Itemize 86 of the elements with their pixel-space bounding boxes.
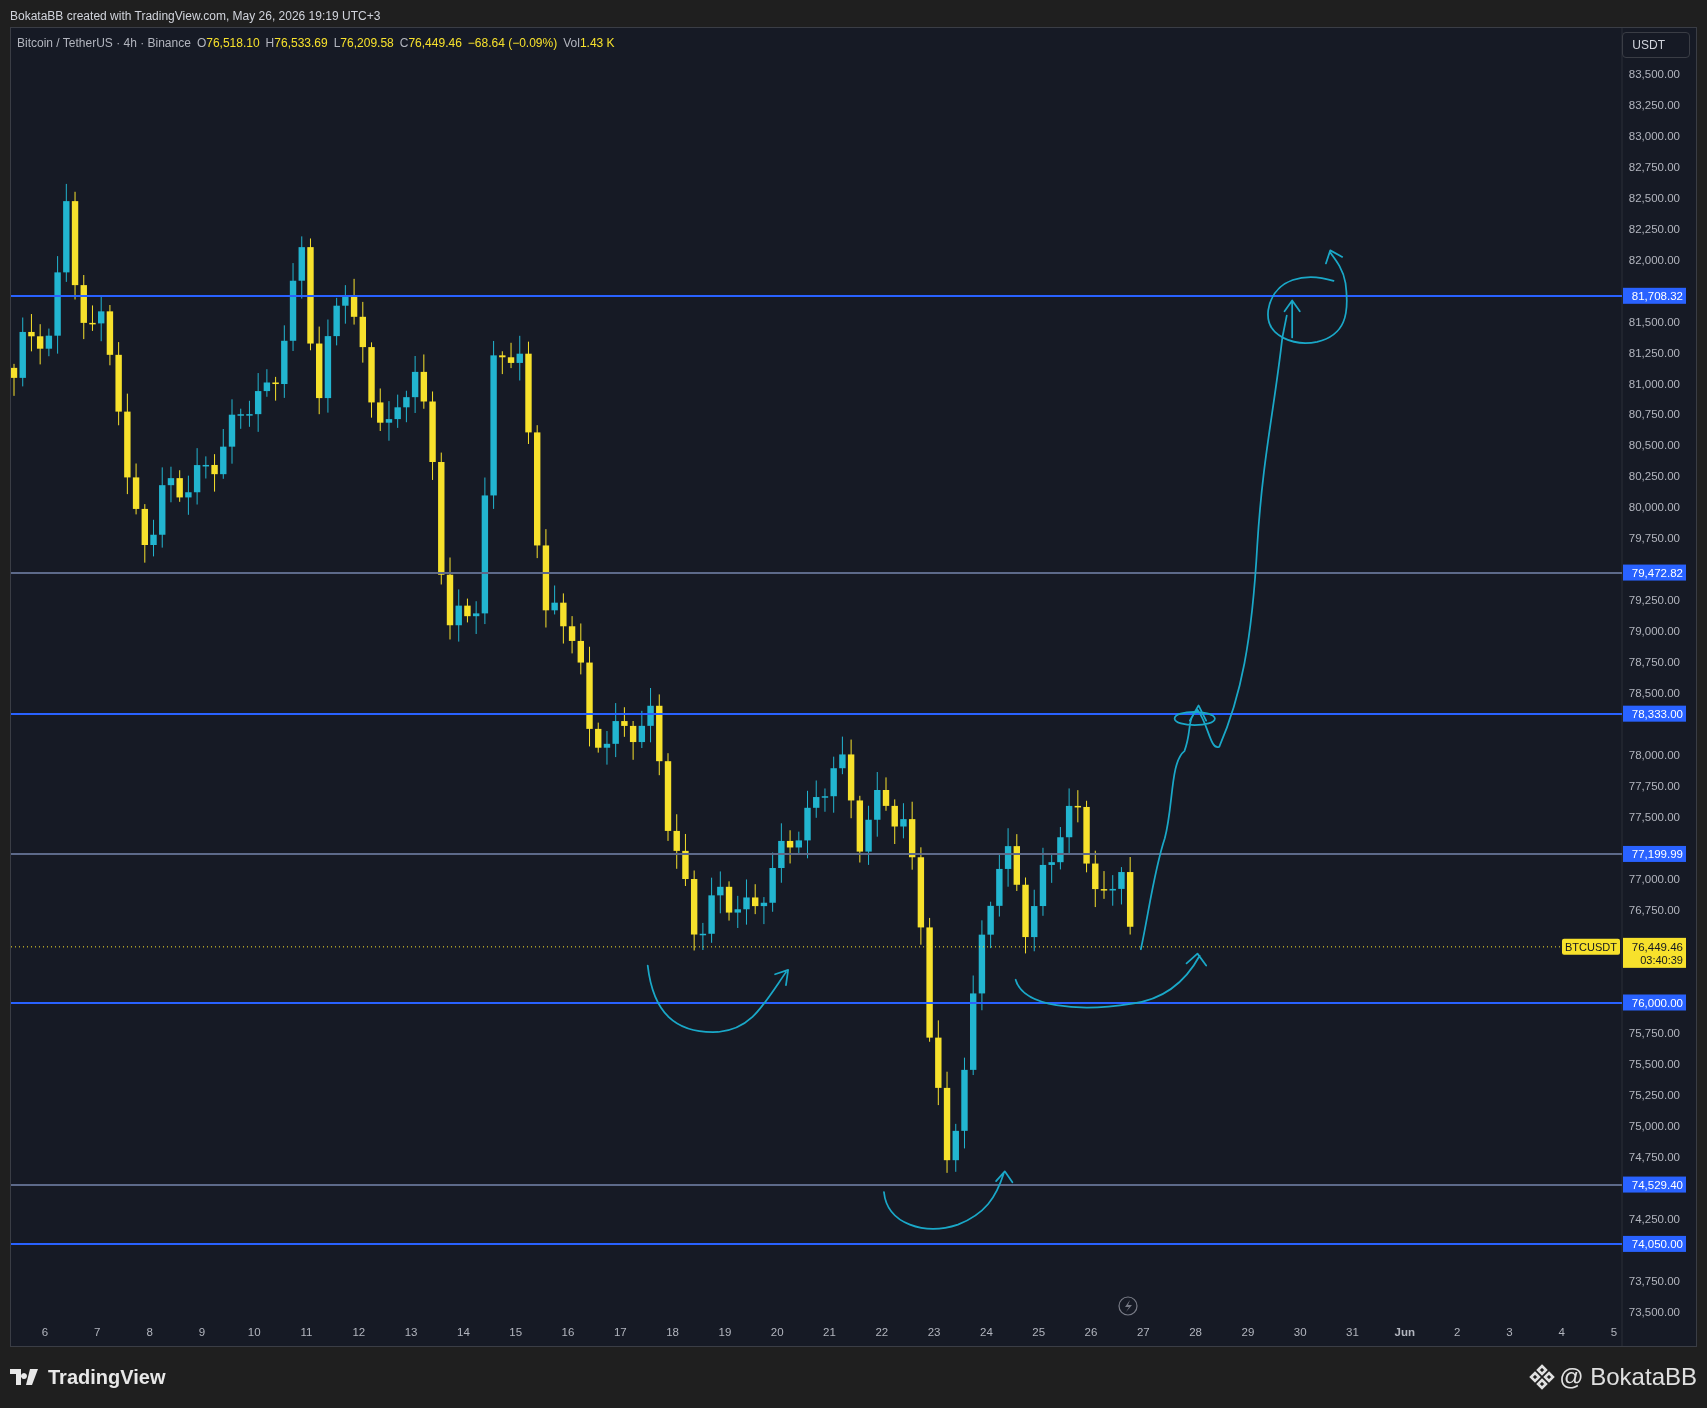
price-level-tag: 74,529.40 — [1623, 1176, 1686, 1193]
price-tick-label: 82,250.00 — [1628, 222, 1680, 235]
last-price-tag: 76,449.46 03:40:39 — [1623, 937, 1686, 968]
date-tick-label: 18 — [666, 1326, 679, 1338]
date-tick-label: 28 — [1189, 1326, 1202, 1338]
price-tick-label: 80,000.00 — [1628, 501, 1680, 514]
price-level-tag: 81,708.32 — [1623, 287, 1686, 304]
date-tick-label: 9 — [198, 1326, 206, 1338]
date-tick-label: 12 — [352, 1326, 366, 1338]
price-tick-label: 75,500.00 — [1628, 1058, 1680, 1071]
ohlc-value: O76,518.10 — [196, 35, 260, 52]
date-tick-label: 11 — [300, 1326, 313, 1338]
date-tick-label: Jun — [1394, 1326, 1416, 1338]
date-tick-label: 19 — [718, 1326, 732, 1338]
date-tick-label: 30 — [1293, 1326, 1307, 1338]
lightning-icon[interactable] — [1118, 1296, 1138, 1316]
price-level-tag: 78,333.00 — [1623, 705, 1686, 722]
date-tick-label: 24 — [980, 1326, 993, 1338]
price-level-tag: 77,199.99 — [1623, 845, 1686, 862]
brand-name: TradingView — [48, 1365, 166, 1390]
symbol-title: Bitcoin / TetherUS · 4h · Binance — [17, 35, 191, 52]
ohlc-value: C76,449.46 — [399, 35, 462, 52]
date-tick-label: 29 — [1241, 1326, 1255, 1338]
date-tick-label: 7 — [94, 1326, 101, 1338]
date-tick-label: 4 — [1558, 1326, 1565, 1338]
price-tick-label: 81,250.00 — [1628, 346, 1680, 359]
date-tick-label: 2 — [1453, 1326, 1461, 1338]
symbol-tag: BTCUSDT — [1562, 938, 1620, 955]
price-tick-label: 82,750.00 — [1628, 160, 1680, 173]
price-level-tag: 76,000.00 — [1623, 994, 1686, 1011]
date-tick-label: 21 — [823, 1326, 836, 1338]
ohlc-value: L76,209.58 — [333, 35, 394, 52]
price-tick-label: 73,750.00 — [1628, 1275, 1680, 1288]
volume-value: Vol1.43 K — [563, 35, 615, 52]
price-tick-label: 79,000.00 — [1628, 625, 1680, 638]
price-tick-label: 77,750.00 — [1628, 779, 1680, 792]
diamond-logo-icon — [1529, 1364, 1556, 1390]
date-tick-label: 20 — [770, 1326, 784, 1338]
price-tick-label: 75,000.00 — [1628, 1120, 1680, 1133]
price-tick-label: 83,000.00 — [1628, 129, 1680, 142]
price-tick-label: 79,750.00 — [1628, 532, 1680, 545]
currency-button[interactable]: USDT — [1622, 32, 1690, 58]
date-tick-label: 5 — [1610, 1326, 1618, 1338]
date-tick-label: 27 — [1136, 1326, 1150, 1338]
price-tick-label: 77,500.00 — [1628, 810, 1680, 823]
price-tick-label: 80,750.00 — [1628, 408, 1680, 421]
price-tick-label: 81,500.00 — [1628, 315, 1680, 328]
date-tick-label: 8 — [146, 1326, 153, 1338]
price-tick-label: 77,000.00 — [1628, 872, 1680, 885]
date-tick-label: 25 — [1032, 1326, 1046, 1338]
date-tick-label: 23 — [927, 1326, 941, 1338]
date-tick-label: 22 — [875, 1326, 889, 1338]
price-tick-label: 74,250.00 — [1628, 1213, 1680, 1226]
date-tick-label: 17 — [613, 1326, 627, 1338]
date-tick-label: 6 — [41, 1326, 49, 1338]
price-tick-label: 78,500.00 — [1628, 687, 1680, 699]
price-change: −68.64 (−0.09%) — [467, 35, 558, 52]
date-tick-label: 14 — [457, 1326, 470, 1338]
date-tick-label: 3 — [1506, 1326, 1513, 1338]
price-tick-label: 80,250.00 — [1628, 470, 1680, 483]
chart-credit: BokataBB created with TradingView.com, May 26, 2026 19:19 UTC+3 — [10, 9, 381, 23]
author-name: @ BokataBB — [1559, 1362, 1697, 1392]
price-tick-label: 82,500.00 — [1628, 191, 1680, 204]
ohlc-value: H76,533.69 — [265, 35, 328, 52]
logo-icon — [10, 1369, 40, 1385]
date-tick-label: 15 — [509, 1326, 523, 1338]
price-tick-label: 78,000.00 — [1628, 748, 1680, 761]
price-tick-label: 74,750.00 — [1628, 1151, 1680, 1164]
price-tick-label: 76,750.00 — [1628, 903, 1680, 916]
price-tick-label: 73,500.00 — [1628, 1306, 1680, 1318]
date-tick-label: 31 — [1346, 1326, 1359, 1338]
price-tick-label: 75,750.00 — [1628, 1027, 1680, 1040]
date-tick-label: 26 — [1084, 1326, 1098, 1338]
price-tick-label: 75,250.00 — [1628, 1089, 1680, 1102]
date-tick-label: 13 — [404, 1326, 418, 1338]
date-tick-label: 16 — [561, 1326, 575, 1338]
price-tick-label: 82,000.00 — [1628, 253, 1680, 266]
price-tick-label: 80,500.00 — [1628, 439, 1680, 452]
price-tick-label: 79,250.00 — [1628, 594, 1680, 607]
date-tick-label: 10 — [247, 1326, 261, 1338]
price-tick-label: 81,000.00 — [1628, 377, 1680, 390]
price-level-tag: 79,472.82 — [1623, 564, 1686, 581]
price-level-tag: 74,050.00 — [1623, 1235, 1686, 1252]
price-tick-label: 78,750.00 — [1628, 656, 1680, 669]
price-tick-label: 83,250.00 — [1628, 98, 1680, 111]
price-tick-label: 83,500.00 — [1628, 68, 1680, 80]
